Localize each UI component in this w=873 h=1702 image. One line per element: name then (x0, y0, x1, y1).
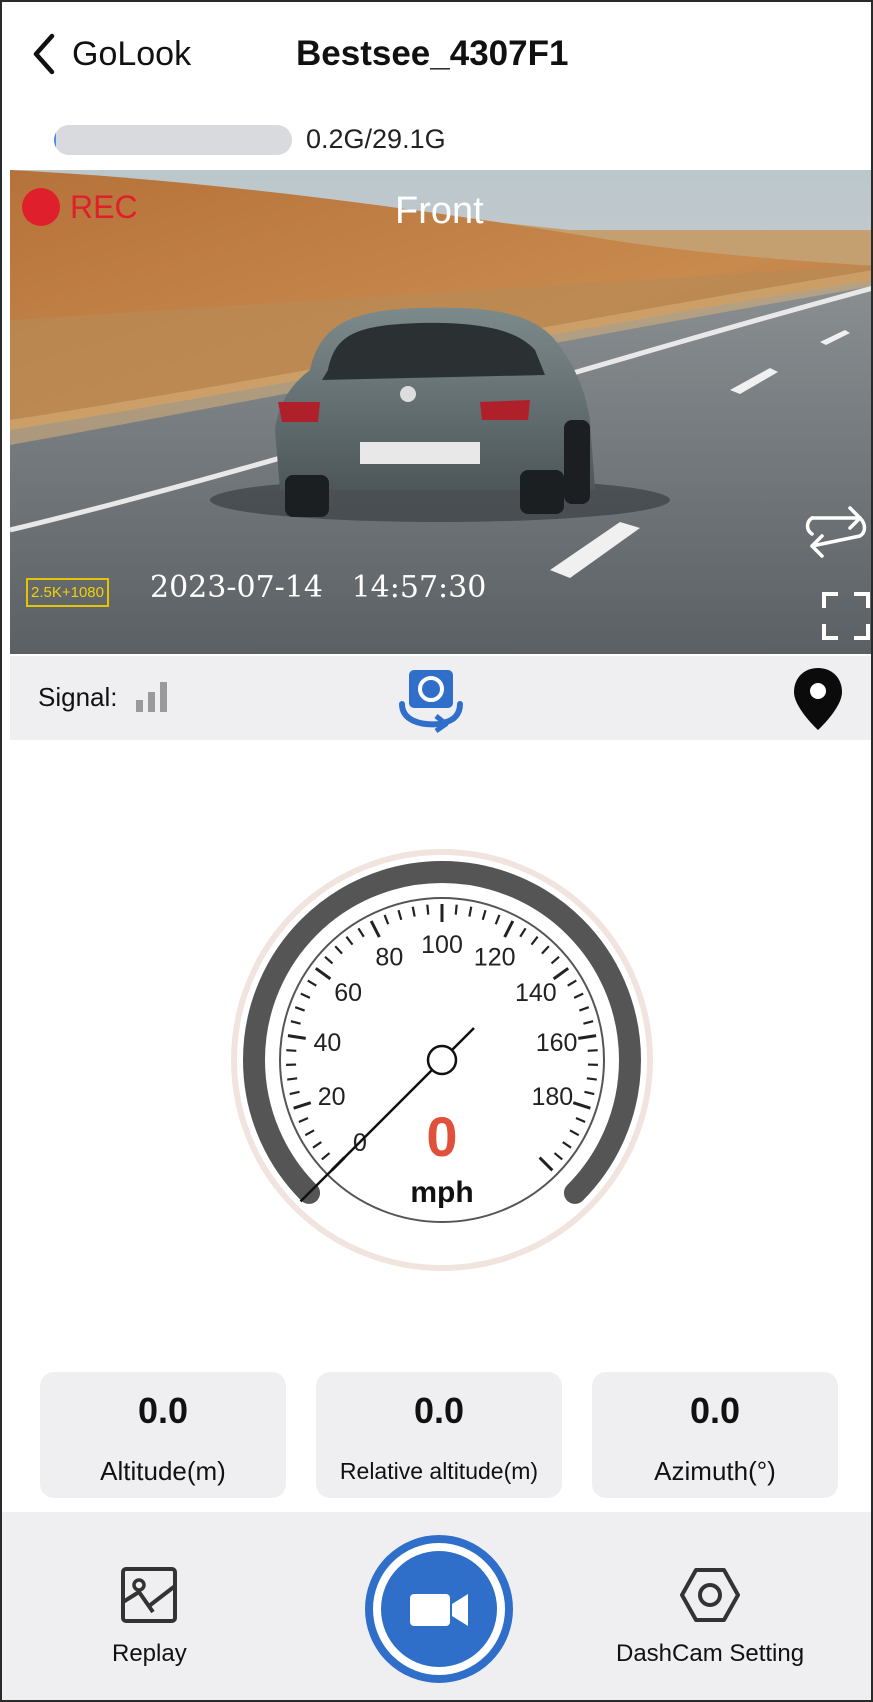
altitude-value: 0.0 (137, 1390, 189, 1431)
gauge-tick (586, 1077, 597, 1081)
speed-unit: mph (410, 1176, 473, 1209)
dashcam-setting-button[interactable]: DashCam Setting (616, 1566, 804, 1668)
record-button[interactable] (364, 1534, 514, 1684)
gauge-tick-label: 140 (515, 979, 557, 1007)
gauge-tick (454, 904, 458, 915)
gauge-tick-label: 180 (531, 1083, 573, 1111)
gauge-tick-label: 40 (314, 1029, 342, 1057)
storage-indicator: 0.2G/29.1G (54, 124, 446, 155)
camera-label: Front (395, 190, 484, 232)
rotate-camera-icon[interactable] (396, 664, 466, 734)
azimuth-label: Azimuth(°) (654, 1456, 776, 1486)
speedometer: 020406080100120140160180 0 mph (222, 840, 662, 1280)
storage-text: 0.2G/29.1G (306, 124, 446, 154)
signal-bars-icon (135, 682, 167, 712)
speedometer-dial: 020406080100120140160180 0 mph (231, 849, 653, 1271)
gauge-tick (587, 1049, 598, 1052)
speed-value: 0 (426, 1105, 457, 1168)
signal-label: Signal: (38, 681, 118, 712)
back-button[interactable]: GoLook (30, 32, 191, 76)
back-label: GoLook (72, 34, 192, 73)
replay-label: Replay (112, 1640, 187, 1667)
gauge-hub (426, 1044, 458, 1076)
altitude-card: 0.0 Altitude(m) (40, 1372, 286, 1498)
app-screen: GoLook Bestsee_4307F1 0.2G/29.1G REC Fro… (0, 0, 873, 1702)
storage-bar (54, 124, 292, 155)
altitude-label: Altitude(m) (100, 1456, 226, 1486)
rec-dot-icon (22, 188, 60, 226)
bottom-nav: Replay DashCam Setting (2, 1512, 871, 1700)
stats-row: 0.0 Altitude(m) 0.0 Relative altitude(m)… (40, 1372, 840, 1498)
gauge-tick-label: 160 (536, 1029, 578, 1057)
azimuth-value: 0.0 (689, 1390, 741, 1431)
swap-camera-icon[interactable] (804, 504, 868, 560)
rec-indicator: REC (22, 188, 138, 226)
status-bar: Signal: (10, 656, 871, 740)
replay-button[interactable]: Replay (112, 1566, 187, 1668)
header: GoLook Bestsee_4307F1 (2, 2, 871, 112)
rec-label: REC (70, 188, 138, 225)
relative-altitude-card: 0.0 Relative altitude(m) (316, 1372, 562, 1498)
camera-preview[interactable]: REC Front 2.5K+1080 2023-07-14 14:57:30 (10, 170, 872, 654)
gauge-tick-label: 20 (318, 1083, 346, 1111)
gauge-tick (286, 1049, 297, 1052)
gauge-tick-label: 120 (474, 944, 516, 972)
storage-bar-fill (54, 124, 56, 155)
fullscreen-icon[interactable] (820, 590, 872, 642)
page-title: Bestsee_4307F1 (296, 34, 569, 73)
chevron-left-icon (33, 33, 55, 75)
gauge-tick-label: 80 (375, 944, 403, 972)
relative-altitude-label: Relative altitude(m) (339, 1458, 539, 1484)
azimuth-card: 0.0 Azimuth(°) (592, 1372, 838, 1498)
signal-indicator: Signal: (38, 680, 170, 714)
relative-altitude-value: 0.0 (413, 1390, 465, 1431)
location-pin-icon[interactable] (790, 666, 846, 732)
hex-nut-icon (680, 1568, 741, 1622)
gauge-tick (426, 904, 430, 915)
gauge-tick-label: 60 (334, 979, 362, 1007)
gauge-tick (287, 1077, 298, 1081)
video-timestamp: 2023-07-14 14:57:30 (150, 570, 487, 605)
gauge-tick-label: 100 (421, 931, 463, 959)
gallery-icon (121, 1567, 178, 1623)
dashcam-setting-label: DashCam Setting (616, 1640, 805, 1667)
resolution-badge: 2.5K+1080 (26, 578, 109, 607)
